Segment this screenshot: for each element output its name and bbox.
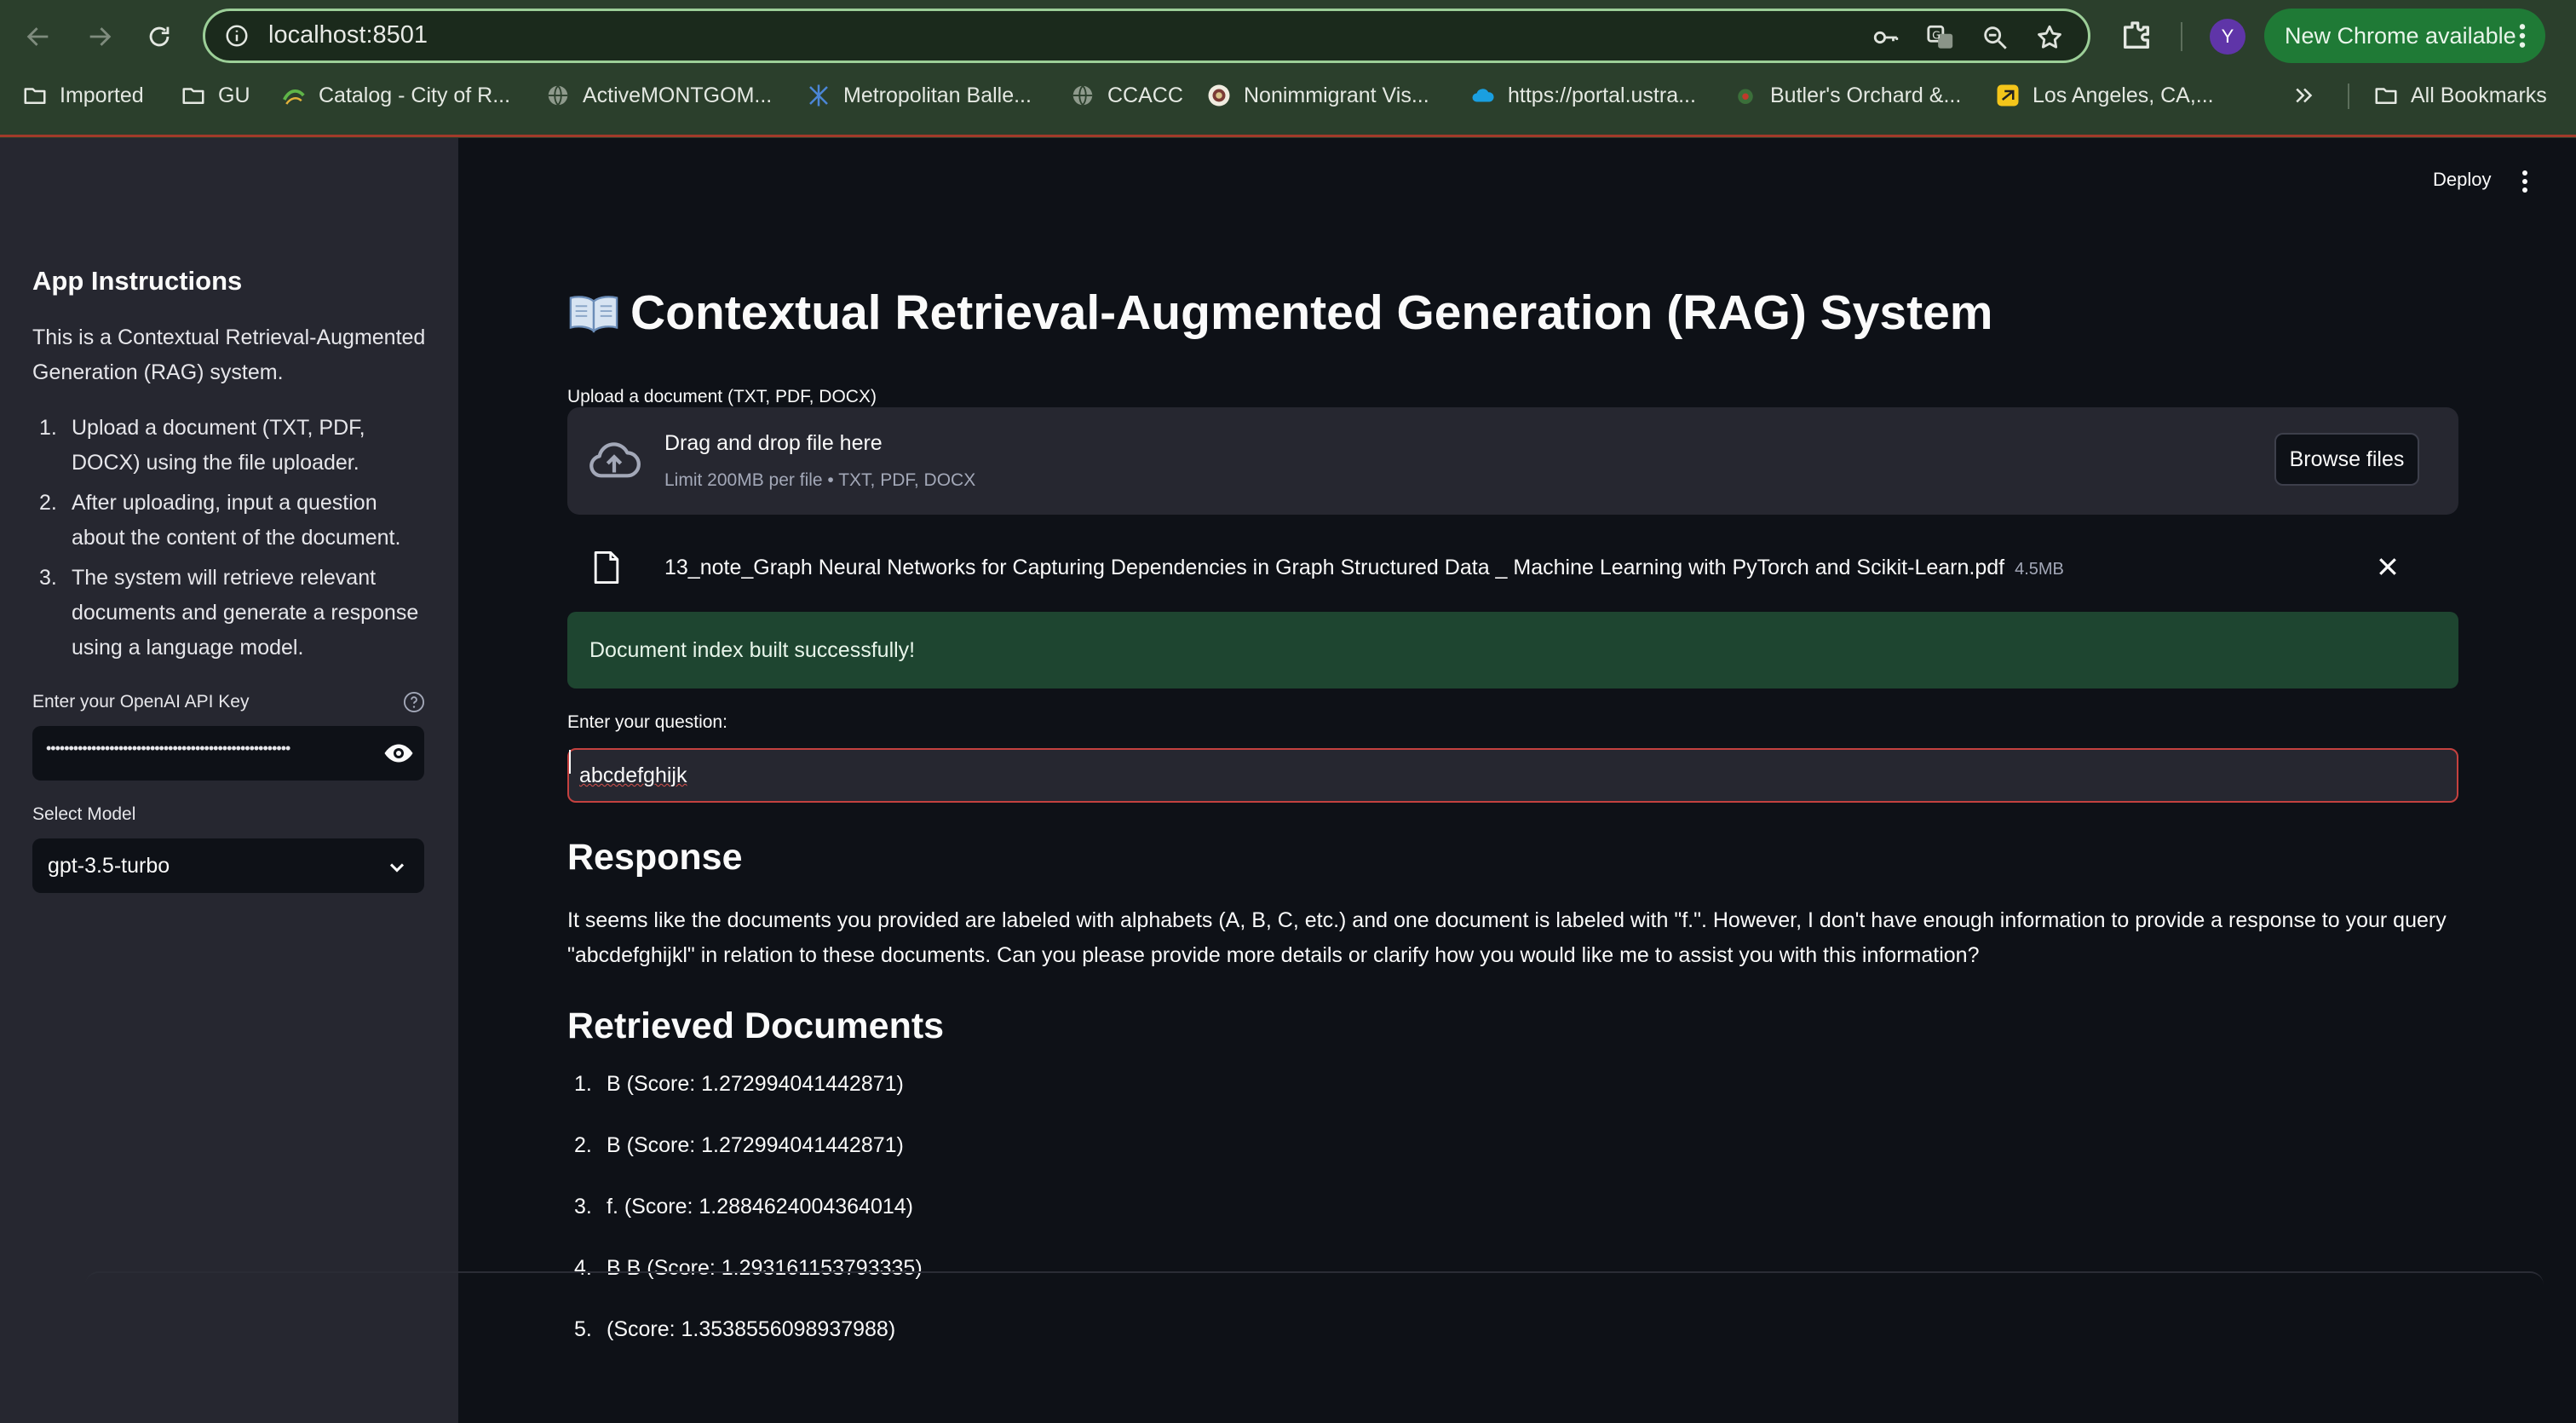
cloud-logo-icon: [1472, 89, 1494, 102]
seal-icon: [1208, 84, 1230, 107]
browser-toolbar: localhost:8501 G Y New Chrome available: [0, 0, 2576, 72]
password-key-icon[interactable]: [1872, 23, 1900, 52]
bookmark-gu[interactable]: GU: [181, 77, 250, 114]
bookmark-ccacc[interactable]: CCACC: [1070, 77, 1183, 114]
browse-files-button[interactable]: Browse files: [2274, 433, 2419, 486]
list-item: 5. (Score: 1.3538556098937988): [574, 1317, 896, 1341]
back-button[interactable]: [17, 15, 60, 58]
extensions-icon[interactable]: [2119, 19, 2153, 53]
response-heading: Response: [567, 837, 743, 878]
bookmark-activemontgomery[interactable]: ActiveMONTGOM...: [545, 77, 772, 114]
folder-icon: [24, 88, 46, 104]
retrieved-documents-heading: Retrieved Documents: [567, 1005, 945, 1046]
globe-icon: [1072, 85, 1093, 106]
ballet-logo-icon: [809, 84, 828, 107]
zoom-icon[interactable]: [1981, 23, 2010, 52]
bookmark-nonimmigrant-visa[interactable]: Nonimmigrant Vis...: [1206, 77, 1429, 114]
dropzone-limit: Limit 200MB per file • TXT, PDF, DOCX: [664, 470, 976, 490]
bookmark-los-angeles[interactable]: Los Angeles, CA,...: [1995, 77, 2214, 114]
bookmarks-overflow-button[interactable]: [2291, 77, 2329, 114]
upload-label: Upload a document (TXT, PDF, DOCX): [567, 387, 877, 406]
reload-icon: [149, 26, 170, 47]
instruction-steps: 1. Upload a document (TXT, PDF, DOCX) usi…: [32, 411, 433, 671]
sidebar-intro: This is a Contextual Retrieval-Augmented…: [32, 326, 426, 384]
profile-avatar[interactable]: Y: [2210, 19, 2245, 55]
instruction-step: 1. Upload a document (TXT, PDF, DOCX) usi…: [39, 416, 365, 475]
question-label: Enter your question:: [567, 712, 727, 732]
bookmark-butlers-orchard[interactable]: Butler's Orchard &...: [1733, 77, 1961, 114]
text-caret: [569, 750, 571, 774]
window-bottom-edge: [85, 1271, 2544, 1285]
api-key-label: Enter your OpenAI API Key: [32, 692, 250, 712]
question-input[interactable]: abcdefghijk: [567, 748, 2458, 803]
model-label: Select Model: [32, 804, 136, 824]
all-bookmarks-button[interactable]: All Bookmarks: [2373, 77, 2547, 114]
url-text: localhost:8501: [268, 21, 428, 49]
address-bar[interactable]: localhost:8501 G: [203, 9, 2090, 63]
file-dropzone[interactable]: Drag and drop file here Limit 200MB per …: [567, 407, 2458, 515]
instruction-step: 3. The system will retrieve relevant docu…: [39, 566, 419, 660]
sidebar-title: App Instructions: [32, 266, 243, 296]
bookmarks-divider: [2348, 84, 2349, 109]
sidebar: App Instructions This is a Contextual Re…: [0, 138, 458, 1423]
arrow-left-icon: [26, 27, 49, 46]
app-top-decoration: [0, 135, 2576, 137]
uploaded-file-size: 4.5MB: [2015, 560, 2064, 579]
bookmarks-bar: Imported GU Catalog - City of R... Activ…: [0, 75, 2576, 118]
chevron-double-right-icon: [2296, 88, 2313, 103]
orchard-logo-icon: [1738, 89, 1753, 104]
close-icon[interactable]: [2375, 554, 2401, 579]
globe-icon: [548, 85, 568, 106]
response-text: It seems like the documents you provided…: [567, 908, 2447, 967]
chevron-down-icon: [389, 863, 405, 873]
site-info-icon[interactable]: [224, 23, 250, 49]
instruction-step: 2. After uploading, input a question abou…: [39, 491, 401, 550]
arrow-right-icon: [89, 27, 112, 46]
list-item: 2. B (Score: 1.272994041442871): [574, 1133, 904, 1157]
folder-icon: [2375, 88, 2397, 104]
main-content: Deploy Contextual Retrieval-Augmented Ge…: [458, 138, 2576, 1423]
dropzone-title: Drag and drop file here: [664, 431, 883, 455]
eye-icon[interactable]: [382, 738, 416, 769]
deploy-button[interactable]: Deploy: [2433, 169, 2491, 191]
question-input-value: abcdefghijk: [579, 763, 687, 787]
uploaded-file-row: 13_note_Graph Neural Networks for Captur…: [567, 533, 2458, 602]
city-logo-icon: [283, 89, 305, 105]
model-select[interactable]: gpt-3.5-turbo: [32, 838, 424, 893]
svg-text:G: G: [1932, 29, 1941, 42]
open-book-icon: [569, 296, 618, 333]
file-icon: [594, 550, 619, 585]
yellow-app-icon: [1997, 84, 2019, 107]
bookmark-catalog-city[interactable]: Catalog - City of R...: [281, 77, 510, 114]
api-key-input[interactable]: ••••••••••••••••••••••••••••••••••••••••…: [32, 726, 424, 781]
help-icon[interactable]: [402, 690, 426, 714]
reload-button[interactable]: [138, 15, 181, 58]
chrome-update-button[interactable]: New Chrome available: [2264, 9, 2545, 63]
kebab-menu-icon[interactable]: [2518, 22, 2527, 49]
chrome-update-label: New Chrome available: [2285, 22, 2516, 49]
translate-icon[interactable]: G: [1926, 23, 1955, 52]
browser-chrome: localhost:8501 G Y New Chrome available …: [0, 0, 2576, 138]
retrieved-documents-list: 1. B (Score: 1.272994041442871) 2. B (Scor…: [567, 1072, 923, 1379]
model-selected-value: gpt-3.5-turbo: [48, 854, 170, 878]
uploaded-file-name: 13_note_Graph Neural Networks for Captur…: [664, 556, 2064, 579]
forward-button[interactable]: [78, 15, 121, 58]
kebab-menu-icon[interactable]: [2520, 169, 2530, 194]
success-alert: Document index built successfully!: [567, 612, 2458, 688]
bookmark-portal-ustra[interactable]: https://portal.ustra...: [1470, 77, 1696, 114]
bookmark-imported[interactable]: Imported: [22, 77, 144, 114]
folder-icon: [182, 88, 204, 104]
bookmark-star-icon[interactable]: [2035, 23, 2064, 52]
page-title: Contextual Retrieval-Augmented Generatio…: [567, 285, 1992, 341]
list-item: 4. B B (Score: 1.293161153793335): [574, 1256, 923, 1280]
api-key-masked-value: ••••••••••••••••••••••••••••••••••••••••…: [46, 740, 290, 757]
cloud-upload-icon: [589, 442, 641, 478]
list-item: 3. f. (Score: 1.2884624004364014): [574, 1195, 913, 1218]
bookmark-metropolitan-ballet[interactable]: Metropolitan Balle...: [806, 77, 1032, 114]
list-item: 1. B (Score: 1.272994041442871): [574, 1072, 904, 1096]
toolbar-divider: [2181, 22, 2182, 51]
